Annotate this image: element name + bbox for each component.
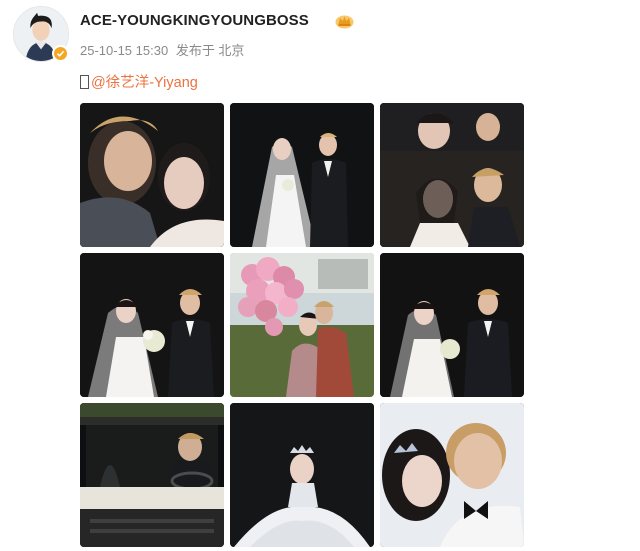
photo-5[interactable] [230,253,374,397]
missing-glyph-box [80,74,89,89]
verified-badge-icon [52,45,69,62]
photo-3[interactable] [380,103,524,247]
post-text: @徐艺洋-Yiyang [80,71,198,92]
crown-icon[interactable] [335,13,354,29]
photo-grid [80,103,524,547]
photo-6[interactable] [380,253,524,397]
post-location: 发布于 北京 [175,43,245,58]
post-meta: 25-10-15 15:30 发布于 北京 [80,40,248,59]
photo-1[interactable] [80,103,224,247]
photo-7[interactable] [80,403,224,547]
photo-9[interactable] [380,403,524,547]
mention-link[interactable]: @徐艺洋-Yiyang [91,71,198,92]
photo-4[interactable] [80,253,224,397]
photo-2[interactable] [230,103,374,247]
photo-8[interactable] [230,403,374,547]
username-link[interactable]: ACE-YOUNGKINGYOUNGBOSS [80,12,309,29]
post-timestamp[interactable]: 25-10-15 15:30 [80,43,168,58]
